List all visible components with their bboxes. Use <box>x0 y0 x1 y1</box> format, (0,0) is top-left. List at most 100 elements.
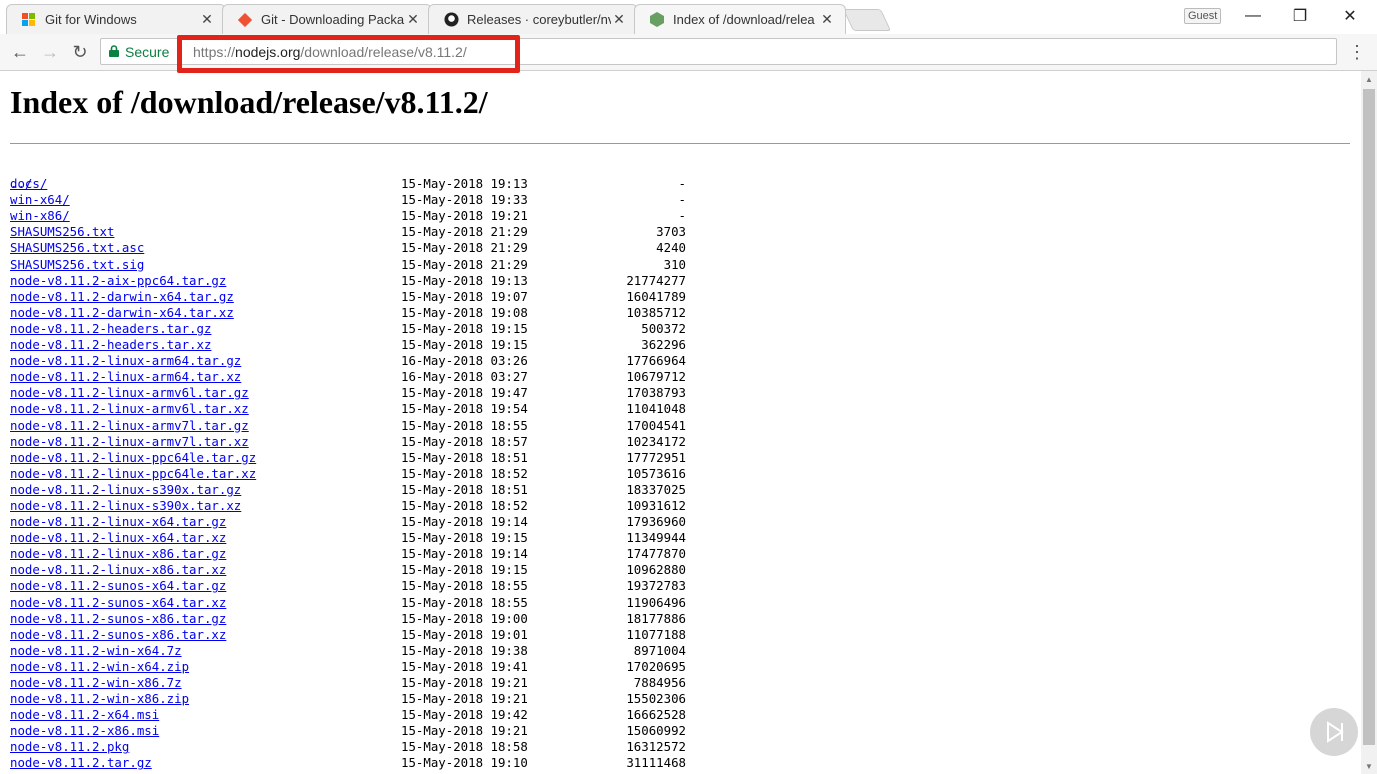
list-item: node-v8.11.2.tar.gz 15-May-2018 19:10 3111… <box>10 755 686 771</box>
file-link[interactable]: node-v8.11.2-win-x64.zip <box>10 659 189 675</box>
list-item: win-x64/15-May-2018 19:33 - <box>10 192 686 208</box>
file-size: 500372 <box>641 320 686 336</box>
tab-title: Index of /download/relea <box>673 12 815 27</box>
tab-git-downloading[interactable]: Git - Downloading Packa ✕ <box>222 4 432 34</box>
file-size: 8971004 <box>633 642 686 658</box>
list-item: SHASUMS256.txt 15-May-2018 21:29 3703 <box>10 224 686 240</box>
file-link[interactable]: node-v8.11.2.pkg <box>10 739 129 755</box>
file-link[interactable]: node-v8.11.2-x64.msi <box>10 707 159 723</box>
file-link[interactable]: node-v8.11.2-linux-s390x.tar.xz <box>10 498 241 514</box>
tab-index-of-download[interactable]: Index of /download/relea ✕ <box>634 4 846 34</box>
close-icon[interactable]: ✕ <box>819 11 835 28</box>
file-link[interactable]: node-v8.11.2-sunos-x86.tar.xz <box>10 627 226 643</box>
file-link[interactable]: node-v8.11.2-sunos-x86.tar.gz <box>10 611 226 627</box>
file-link[interactable]: node-v8.11.2-linux-arm64.tar.xz <box>10 369 241 385</box>
tab-title: Git for Windows <box>45 12 137 27</box>
list-item: node-v8.11.2-win-x86.7z 15-May-2018 19:21… <box>10 675 686 691</box>
scroll-up-arrow-icon[interactable]: ▲ <box>1361 71 1377 87</box>
file-date: 15-May-2018 21:29 <box>401 224 528 240</box>
file-link[interactable]: node-v8.11.2-linux-armv6l.tar.xz <box>10 401 249 417</box>
guest-profile-badge[interactable]: Guest <box>1184 8 1222 24</box>
file-link[interactable]: node-v8.11.2-linux-ppc64le.tar.gz <box>10 450 256 466</box>
file-size: 11041048 <box>626 401 686 417</box>
file-size: 15060992 <box>626 723 686 739</box>
close-icon[interactable]: ✕ <box>405 11 421 28</box>
list-item: SHASUMS256.txt.sig 15-May-2018 21:29 310 <box>10 257 686 273</box>
restore-icon[interactable]: ❐ <box>1278 2 1322 30</box>
file-link[interactable]: node-v8.11.2-linux-ppc64le.tar.xz <box>10 466 256 482</box>
play-overlay-button[interactable] <box>1310 708 1358 756</box>
file-link[interactable]: node-v8.11.2-linux-x86.tar.xz <box>10 562 226 578</box>
file-date: 15-May-2018 18:55 <box>401 417 528 433</box>
file-link[interactable]: SHASUMS256.txt.sig <box>10 257 144 273</box>
file-size: - <box>678 176 686 192</box>
file-link[interactable]: node-v8.11.2-darwin-x64.tar.xz <box>10 305 234 321</box>
scroll-down-arrow-icon[interactable]: ▼ <box>1361 758 1377 774</box>
file-link[interactable]: SHASUMS256.txt.asc <box>10 240 144 256</box>
list-item: node-v8.11.2-linux-ppc64le.tar.xz 15-May-… <box>10 466 686 482</box>
security-indicator[interactable]: Secure <box>109 44 169 60</box>
reload-icon[interactable]: ↻ <box>68 40 92 64</box>
file-size: 18337025 <box>626 481 686 497</box>
file-date: 15-May-2018 18:58 <box>401 739 528 755</box>
file-link[interactable]: win-x86/ <box>10 208 70 224</box>
file-link[interactable]: node-v8.11.2-win-x64.7z <box>10 643 182 659</box>
file-link[interactable]: win-x64/ <box>10 192 70 208</box>
close-icon[interactable]: ✕ <box>611 11 627 28</box>
list-item: node-v8.11.2-darwin-x64.tar.gz 15-May-201… <box>10 289 686 305</box>
file-link[interactable]: node-v8.11.2-headers.tar.gz <box>10 321 211 337</box>
file-size: 17772951 <box>626 449 686 465</box>
file-link[interactable]: node-v8.11.2-linux-x86.tar.gz <box>10 546 226 562</box>
lock-icon <box>109 44 119 60</box>
divider <box>10 143 1350 144</box>
minimize-icon[interactable]: — <box>1231 2 1275 30</box>
file-link[interactable]: docs/ <box>10 176 47 192</box>
list-item: node-v8.11.2-linux-x64.tar.gz 15-May-2018… <box>10 514 686 530</box>
close-window-icon[interactable]: ✕ <box>1328 2 1372 30</box>
file-link[interactable]: node-v8.11.2-darwin-x64.tar.gz <box>10 289 234 305</box>
file-size: 17766964 <box>626 353 686 369</box>
file-date: 15-May-2018 19:38 <box>401 642 528 658</box>
file-size: 10234172 <box>626 433 686 449</box>
list-item: ../ <box>10 160 55 191</box>
file-date: 15-May-2018 18:51 <box>401 449 528 465</box>
new-tab-button[interactable] <box>842 9 892 31</box>
forward-arrow-icon[interactable]: → <box>38 40 62 64</box>
menu-kebab-icon[interactable]: ⋮ <box>1348 40 1366 64</box>
file-link[interactable]: node-v8.11.2-linux-x64.tar.gz <box>10 514 226 530</box>
file-size: 31111468 <box>626 755 686 771</box>
file-link[interactable]: node-v8.11.2-aix-ppc64.tar.gz <box>10 273 226 289</box>
file-link[interactable]: node-v8.11.2-sunos-x64.tar.xz <box>10 595 226 611</box>
tab-git-for-windows[interactable]: Git for Windows ✕ <box>6 4 226 34</box>
file-link[interactable]: node-v8.11.2-linux-x64.tar.xz <box>10 530 226 546</box>
file-size: 19372783 <box>626 578 686 594</box>
file-link[interactable]: node-v8.11.2-headers.tar.xz <box>10 337 211 353</box>
back-arrow-icon[interactable]: ← <box>8 40 32 64</box>
file-link[interactable]: node-v8.11.2.tar.gz <box>10 755 152 771</box>
file-link[interactable]: node-v8.11.2-linux-armv7l.tar.xz <box>10 434 249 450</box>
vertical-scrollbar[interactable]: ▲ ▼ <box>1361 71 1377 774</box>
file-link[interactable]: node-v8.11.2-linux-arm64.tar.gz <box>10 353 241 369</box>
file-link[interactable]: node-v8.11.2-x86.msi <box>10 723 159 739</box>
file-date: 16-May-2018 03:27 <box>401 369 528 385</box>
file-date: 15-May-2018 19:21 <box>401 675 528 690</box>
scrollbar-thumb[interactable] <box>1363 89 1375 745</box>
file-link[interactable]: node-v8.11.2-linux-armv7l.tar.gz <box>10 418 249 434</box>
file-date: 15-May-2018 19:21 <box>401 691 528 707</box>
file-link[interactable]: node-v8.11.2-linux-s390x.tar.gz <box>10 482 241 498</box>
list-item: node-v8.11.2-linux-armv7l.tar.gz 15-May-2… <box>10 418 686 434</box>
file-size: - <box>678 192 686 208</box>
file-link[interactable]: node-v8.11.2-win-x86.7z <box>10 675 182 691</box>
file-link[interactable]: SHASUMS256.txt <box>10 224 114 240</box>
secure-label: Secure <box>125 44 170 60</box>
file-date: 15-May-2018 19:41 <box>401 658 528 674</box>
list-item: node-v8.11.2-headers.tar.xz 15-May-2018 1… <box>10 337 686 353</box>
close-icon[interactable]: ✕ <box>199 11 215 28</box>
file-link[interactable]: node-v8.11.2-win-x86.zip <box>10 691 189 707</box>
file-link[interactable]: node-v8.11.2-sunos-x64.tar.gz <box>10 578 226 594</box>
tab-releases[interactable]: Releases · coreybutler/nv ✕ <box>428 4 638 34</box>
file-size: 17936960 <box>626 514 686 530</box>
file-size: 16662528 <box>626 707 686 723</box>
file-link[interactable]: node-v8.11.2-linux-armv6l.tar.gz <box>10 385 249 401</box>
list-item: node-v8.11.2-linux-ppc64le.tar.gz 15-May-… <box>10 450 686 466</box>
